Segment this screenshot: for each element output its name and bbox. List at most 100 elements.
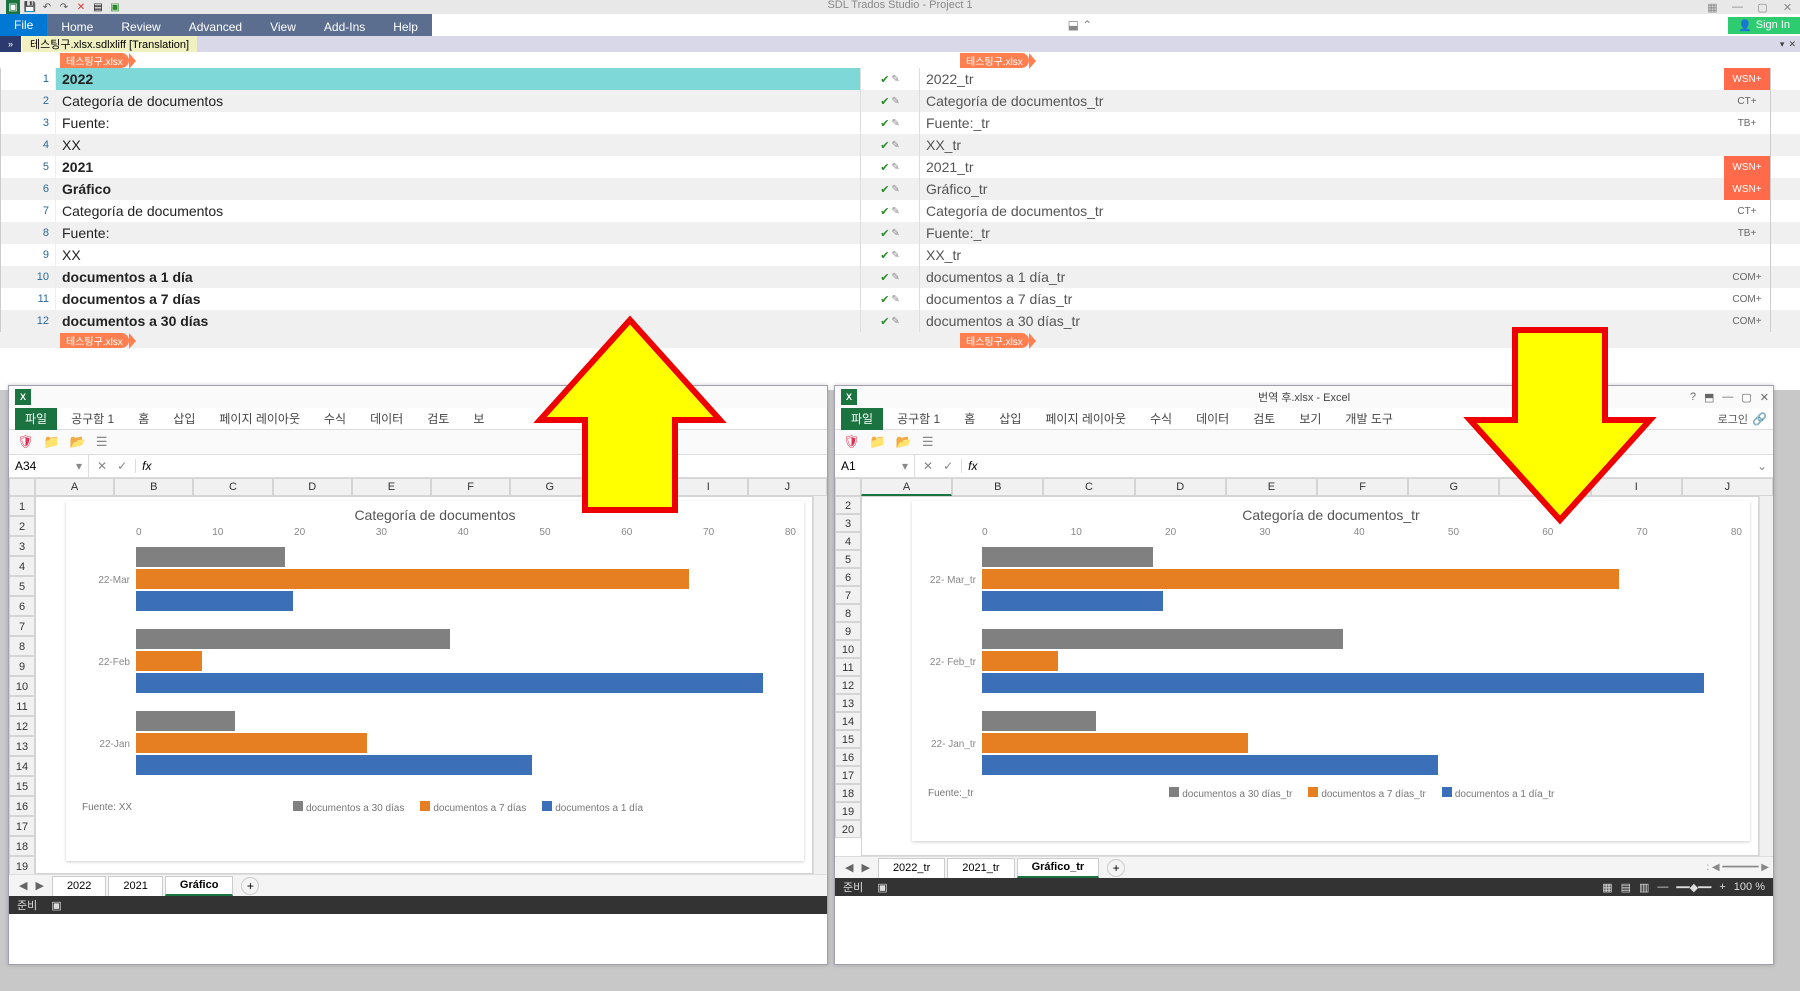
target-cell[interactable]: Categoría de documentos_tr [920, 90, 1724, 112]
vertical-scrollbar[interactable] [813, 496, 827, 874]
segment-row[interactable]: 9XX✔✎XX_tr [0, 244, 1800, 266]
row-header[interactable]: 20 [835, 820, 861, 838]
excel-tab-6[interactable]: 데이터 [1186, 408, 1239, 430]
row-header[interactable]: 11 [9, 696, 35, 716]
segment-row[interactable]: 8Fuente:✔✎Fuente:_trTB+ [0, 222, 1800, 244]
status-cell[interactable]: ✔✎ [860, 90, 920, 112]
segment-row[interactable]: 4XX✔✎XX_tr [0, 134, 1800, 156]
excel-tab-1[interactable]: 공구함 1 [887, 408, 950, 430]
status-cell[interactable]: ✔✎ [860, 68, 920, 90]
excel-tab-2[interactable]: 홈 [128, 408, 159, 430]
lines-icon[interactable]: ☰ [96, 434, 108, 450]
row-header[interactable]: 4 [9, 556, 35, 576]
view-normal-icon[interactable]: ▦ [1602, 881, 1612, 894]
row-header[interactable]: 12 [835, 676, 861, 694]
shield-icon[interactable]: 🛡 [17, 434, 34, 450]
column-header[interactable]: D [1135, 478, 1226, 496]
folder-icon[interactable]: 📁 [44, 434, 60, 450]
segment-row[interactable]: 7Categoría de documentos✔✎Categoría de d… [0, 200, 1800, 222]
source-cell[interactable]: Fuente: [56, 222, 860, 244]
row-header[interactable]: 19 [9, 856, 35, 874]
spreadsheet-grid[interactable]: ABCDEFGHIJ 23456789101112131415161718192… [835, 478, 1773, 856]
zoom-in-icon[interactable]: + [1719, 881, 1725, 893]
tab-advanced[interactable]: Advanced [175, 14, 256, 36]
close-icon[interactable]: ✕ [1775, 0, 1800, 14]
row-header[interactable]: 11 [835, 658, 861, 676]
segment-row[interactable]: 3Fuente:✔✎Fuente:_trTB+ [0, 112, 1800, 134]
tab-help[interactable]: Help [379, 14, 432, 36]
source-cell[interactable]: 2021 [56, 156, 860, 178]
cells-area[interactable]: Categoría de documentos_tr 0102030405060… [861, 496, 1759, 856]
row-header[interactable]: 16 [835, 748, 861, 766]
column-header[interactable]: F [431, 478, 510, 496]
target-cell[interactable]: documentos a 1 día_tr [920, 266, 1724, 288]
row-header[interactable]: 2 [835, 496, 861, 514]
sheet-tab[interactable]: 2021_tr [947, 858, 1014, 878]
source-cell[interactable]: Gráfico [56, 178, 860, 200]
source-cell[interactable]: Categoría de documentos [56, 200, 860, 222]
row-header[interactable]: 10 [835, 640, 861, 658]
toolbox-icon[interactable]: ▦ [1700, 0, 1725, 14]
row-header[interactable]: 18 [835, 784, 861, 802]
target-cell[interactable]: 2022_tr [920, 68, 1724, 90]
excel-tab-3[interactable]: 삽입 [989, 408, 1031, 430]
add-sheet-button[interactable]: + [241, 877, 259, 895]
folder-icon[interactable]: 📁 [870, 434, 886, 450]
row-header[interactable]: 9 [835, 622, 861, 640]
row-header[interactable]: 9 [9, 656, 35, 676]
sheet-nav-next-icon[interactable]: ▶ [861, 861, 869, 874]
column-header[interactable]: E [352, 478, 431, 496]
row-header[interactable]: 3 [9, 536, 35, 556]
column-header[interactable]: B [952, 478, 1043, 496]
row-header[interactable]: 7 [835, 586, 861, 604]
row-header[interactable]: 18 [9, 836, 35, 856]
page-icon[interactable]: ▤ [91, 0, 105, 14]
column-header[interactable]: A [35, 478, 114, 496]
segment-row[interactable]: 10documentos a 1 día✔✎documentos a 1 día… [0, 266, 1800, 288]
source-cell[interactable]: documentos a 1 día [56, 266, 860, 288]
status-cell[interactable]: ✔✎ [860, 310, 920, 332]
cancel-formula-icon[interactable]: ✕ [97, 459, 107, 473]
column-header[interactable]: D [273, 478, 352, 496]
sheet-tab[interactable]: 2022 [52, 876, 106, 896]
zoom-out-icon[interactable]: — [1657, 881, 1668, 893]
macro-icon[interactable]: ▣ [51, 899, 61, 912]
save-icon[interactable]: 💾 [23, 0, 37, 14]
column-header[interactable]: E [1226, 478, 1317, 496]
target-cell[interactable]: Fuente:_tr [920, 222, 1724, 244]
excel-tab-8[interactable]: 보기 [1289, 408, 1331, 430]
sheet-tab[interactable]: Gráfico [165, 876, 234, 896]
select-all-corner[interactable] [9, 478, 35, 496]
add-sheet-button[interactable]: + [1107, 859, 1125, 877]
row-header[interactable]: 5 [9, 576, 35, 596]
source-cell[interactable]: XX [56, 244, 860, 266]
excel-tab-1[interactable]: 공구함 1 [61, 408, 124, 430]
source-cell[interactable]: 2022 [56, 68, 860, 90]
column-header[interactable]: J [1682, 478, 1773, 496]
doc-close-icon[interactable]: ✕ [1788, 39, 1796, 50]
row-header[interactable]: 2 [9, 516, 35, 536]
row-header[interactable]: 10 [9, 676, 35, 696]
target-cell[interactable]: Fuente:_tr [920, 112, 1724, 134]
login-link[interactable]: 로그인 [1718, 411, 1748, 427]
target-cell[interactable]: documentos a 7 días_tr [920, 288, 1724, 310]
source-cell[interactable]: Fuente: [56, 112, 860, 134]
document-tab[interactable]: 테스팅구.xlsx.sdlxliff [Translation] [22, 36, 197, 52]
minimize-icon[interactable]: — [1725, 0, 1750, 14]
excel-tab-5[interactable]: 수식 [1140, 408, 1182, 430]
status-cell[interactable]: ✔✎ [860, 112, 920, 134]
enter-formula-icon[interactable]: ✓ [943, 459, 953, 473]
target-cell[interactable]: Categoría de documentos_tr [920, 200, 1724, 222]
sheet-nav-next-icon[interactable]: ▶ [35, 879, 43, 892]
column-header[interactable]: B [114, 478, 193, 496]
fx-icon[interactable]: fx [961, 459, 983, 473]
qat-app-icon[interactable]: ▣ [6, 0, 20, 14]
column-header[interactable]: F [1317, 478, 1408, 496]
tab-review[interactable]: Review [107, 14, 174, 36]
row-header[interactable]: 8 [835, 604, 861, 622]
status-cell[interactable]: ✔✎ [860, 178, 920, 200]
row-header[interactable]: 5 [835, 550, 861, 568]
status-cell[interactable]: ✔✎ [860, 156, 920, 178]
target-cell[interactable]: Gráfico_tr [920, 178, 1724, 200]
segment-row[interactable]: 52021✔✎2021_trWSN+ [0, 156, 1800, 178]
